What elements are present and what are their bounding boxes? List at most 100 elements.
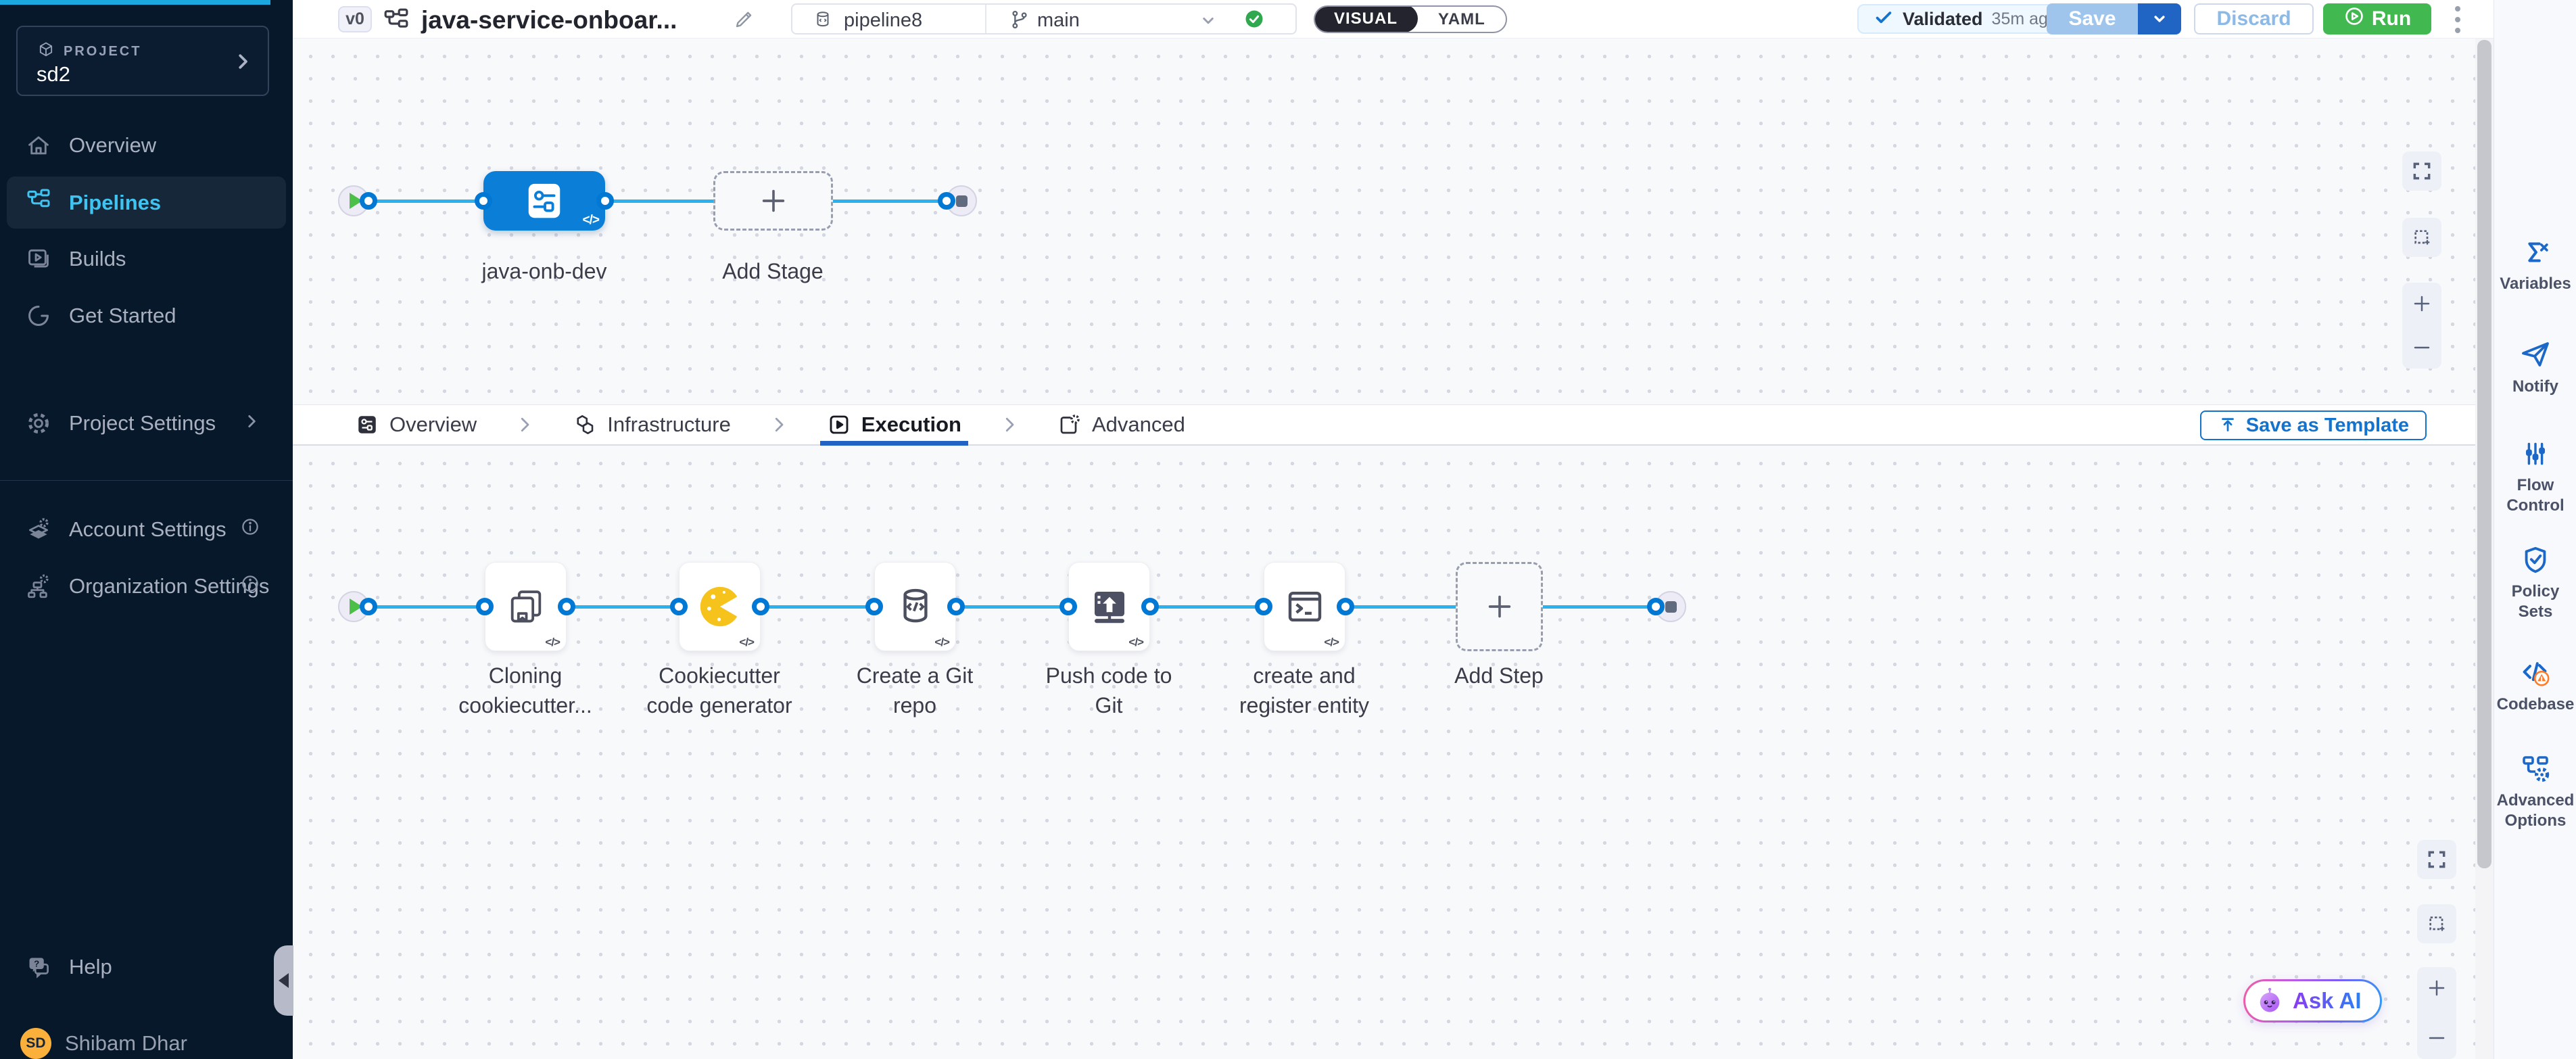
user-name: Shibam Dhar <box>65 1031 187 1056</box>
sidebar-item-builds[interactable]: Builds <box>0 238 293 280</box>
plus-icon <box>1484 591 1515 622</box>
execution-canvas[interactable]: </> </> </> </> </> Cloningcookiecutter.… <box>293 446 2475 1059</box>
step-label: Push code toGit <box>1007 661 1210 720</box>
tab-advanced[interactable]: Advanced <box>1057 405 1185 444</box>
connector-port[interactable] <box>1255 598 1272 615</box>
upload-icon <box>2218 415 2238 436</box>
sidebar-item-project-settings[interactable]: Project Settings <box>0 402 293 444</box>
info-icon[interactable] <box>240 517 260 542</box>
run-button[interactable]: Run <box>2323 3 2431 34</box>
sidebar-item-label: Organization Settings <box>69 574 269 598</box>
save-menu-button[interactable] <box>2138 3 2181 34</box>
zoom-controls[interactable] <box>2402 283 2441 369</box>
zoom-out-icon[interactable] <box>2412 337 2432 358</box>
save-as-template-button[interactable]: Save as Template <box>2200 410 2427 440</box>
connector-port[interactable] <box>360 192 377 210</box>
zoom-controls[interactable] <box>2417 967 2456 1059</box>
sidebar-item-overview[interactable]: Overview <box>0 124 293 166</box>
chevron-down-icon[interactable] <box>1198 10 1218 34</box>
connector-port[interactable] <box>596 192 614 210</box>
connector-port[interactable] <box>1059 598 1077 615</box>
connector-port[interactable] <box>865 598 883 615</box>
selection-box-icon <box>2411 227 2433 248</box>
toggle-yaml[interactable]: YAML <box>1418 10 1506 29</box>
step-node-create-git-repo[interactable]: </> <box>874 562 956 651</box>
reset-view-button[interactable] <box>2402 218 2441 257</box>
validated-label: Validated <box>1903 9 1983 30</box>
connector-port[interactable] <box>476 598 494 615</box>
user-menu[interactable]: SD Shibam Dhar <box>0 1022 293 1059</box>
step-node-cloning-cookiecutter[interactable]: </> <box>485 562 567 651</box>
add-step-node[interactable] <box>1456 562 1543 651</box>
connector-port[interactable] <box>475 192 492 210</box>
info-icon[interactable] <box>240 573 260 599</box>
panel-item-variables[interactable]: Variables <box>2494 237 2576 294</box>
zoom-in-icon[interactable] <box>2427 978 2447 998</box>
more-options-menu-icon[interactable] <box>2444 5 2471 34</box>
connector-port[interactable] <box>558 598 575 615</box>
scrollbar-thumb[interactable] <box>2477 40 2491 868</box>
stage-canvas[interactable]: </> java-onb-dev Add Stage <box>293 39 2475 404</box>
version-badge: v0 <box>338 6 372 32</box>
chevron-right-icon <box>999 415 1020 435</box>
save-split-button[interactable]: Save <box>2047 3 2181 34</box>
sidebar-item-account-settings[interactable]: Account Settings <box>0 509 293 550</box>
pipeline-header: v0 java-service-onboar... pipeline8 main… <box>293 0 2494 39</box>
panel-item-policy-sets[interactable]: Policy Sets <box>2494 544 2576 622</box>
ask-ai-button[interactable]: Ask AI <box>2243 979 2382 1022</box>
step-node-cookiecutter-generator[interactable]: </> <box>679 562 761 651</box>
connector-port[interactable] <box>938 192 955 210</box>
advanced-icon <box>1057 413 1082 437</box>
zoom-in-icon[interactable] <box>2412 293 2432 314</box>
pipeline-title: java-service-onboar... <box>421 6 677 34</box>
add-stage-node[interactable] <box>713 171 833 231</box>
push-code-icon <box>1087 584 1132 629</box>
panel-item-codebase[interactable]: Codebase <box>2494 656 2576 715</box>
sidebar-item-organization-settings[interactable]: Organization Settings <box>0 565 293 607</box>
connector-port[interactable] <box>670 598 688 615</box>
save-button[interactable]: Save <box>2047 3 2138 34</box>
repository-icon <box>813 9 833 33</box>
step-node-create-register-entity[interactable]: </> <box>1264 562 1345 651</box>
connector-port[interactable] <box>1647 598 1665 615</box>
tab-execution[interactable]: Execution <box>827 405 961 444</box>
tab-infrastructure[interactable]: Infrastructure <box>573 405 731 444</box>
repo-branch-selector[interactable]: pipeline8 main <box>791 3 1297 34</box>
reset-view-button[interactable] <box>2417 904 2456 943</box>
discard-button[interactable]: Discard <box>2194 3 2314 34</box>
fullscreen-icon <box>2411 160 2433 182</box>
toggle-visual[interactable]: VISUAL <box>1314 5 1418 32</box>
tab-overview[interactable]: Overview <box>355 405 477 444</box>
fullscreen-button[interactable] <box>2417 840 2456 879</box>
branch-synced-check-icon <box>1244 9 1264 32</box>
sidebar-item-help[interactable]: ? Help <box>0 946 293 988</box>
panel-item-notify[interactable]: Notify <box>2494 338 2576 397</box>
connector-port[interactable] <box>947 598 965 615</box>
connector-port[interactable] <box>360 598 377 615</box>
cookiecutter-icon <box>696 583 744 630</box>
stage-connector-line <box>368 199 948 203</box>
cube-icon <box>37 41 55 63</box>
connector-port[interactable] <box>752 598 769 615</box>
edit-pencil-icon[interactable] <box>732 8 755 34</box>
visual-yaml-toggle[interactable]: VISUAL YAML <box>1314 5 1507 33</box>
step-node-push-code-to-git[interactable]: </> <box>1068 562 1150 651</box>
vertical-scrollbar[interactable] <box>2475 39 2494 1059</box>
account-settings-icon <box>26 517 51 542</box>
zoom-out-icon[interactable] <box>2427 1028 2447 1048</box>
panel-item-label: Codebase <box>2496 695 2575 715</box>
connector-port[interactable] <box>1337 598 1354 615</box>
panel-item-flow-control[interactable]: Flow Control <box>2494 438 2576 516</box>
project-selector[interactable]: PROJECT sd2 <box>16 26 269 96</box>
sidebar-collapse-handle[interactable] <box>274 945 293 1016</box>
fullscreen-button[interactable] <box>2402 151 2441 191</box>
code-glyph: </> <box>545 636 560 649</box>
save-as-template-label: Save as Template <box>2246 415 2409 437</box>
git-clone-icon <box>504 584 548 629</box>
connector-port[interactable] <box>1141 598 1159 615</box>
panel-item-advanced-options[interactable]: Advanced Options <box>2494 752 2576 831</box>
stage-node-java-onb-dev[interactable]: </> <box>483 171 605 231</box>
sidebar-item-get-started[interactable]: Get Started <box>0 295 293 337</box>
sidebar-item-pipelines[interactable]: Pipelines <box>7 176 286 229</box>
organization-settings-icon <box>26 573 51 599</box>
